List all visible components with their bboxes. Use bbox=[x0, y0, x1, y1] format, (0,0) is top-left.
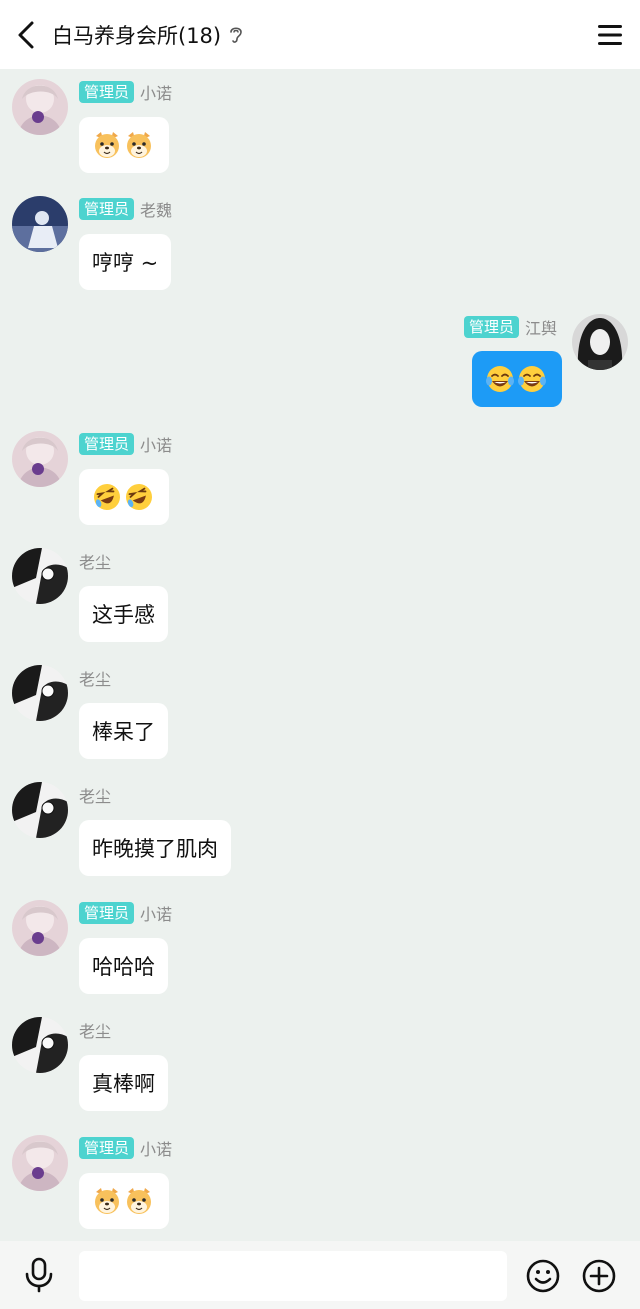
admin-badge: 管理员 bbox=[463, 316, 519, 338]
sender-name: 老尘 bbox=[79, 670, 112, 689]
sender-meta: 管理员 老魏 bbox=[79, 197, 172, 221]
microphone-icon[interactable] bbox=[22, 1257, 56, 1293]
message-bubble[interactable] bbox=[79, 469, 169, 525]
dog-emoji bbox=[127, 132, 151, 158]
menu-button[interactable] bbox=[580, 0, 640, 69]
avatar[interactable] bbox=[12, 431, 68, 487]
sender-name: 小诺 bbox=[140, 84, 173, 103]
sender-name: 小诺 bbox=[140, 436, 173, 455]
sender-name: 小诺 bbox=[140, 1140, 173, 1159]
sender-name: 老尘 bbox=[79, 787, 112, 806]
plus-icon[interactable] bbox=[582, 1259, 616, 1293]
sender-meta: 管理员 小诺 bbox=[79, 80, 172, 104]
avatar[interactable] bbox=[12, 1135, 68, 1191]
message-bubble-own[interactable] bbox=[472, 351, 562, 407]
sender-meta: 管理员 小诺 bbox=[79, 1136, 172, 1160]
message-list[interactable]: 管理员 小诺 管理员 老魏 哼哼 ~ 管理员 江舆 管理员 小诺 老尘 这手感 … bbox=[0, 69, 640, 1241]
avatar[interactable] bbox=[12, 1017, 68, 1073]
sender-name: 老尘 bbox=[79, 1022, 112, 1041]
admin-badge: 管理员 bbox=[79, 81, 135, 103]
laughing-tears-emoji bbox=[94, 484, 120, 510]
smiley-icon[interactable] bbox=[526, 1259, 560, 1293]
menu-icon bbox=[598, 24, 622, 45]
dog-emoji bbox=[95, 132, 119, 158]
sender-meta: 老尘 bbox=[79, 1018, 111, 1042]
sender-meta: 老尘 bbox=[79, 666, 111, 690]
chat-header: 白马养身会所(18) bbox=[0, 0, 640, 69]
group-title: 白马养身会所(18) bbox=[52, 23, 222, 48]
avatar[interactable] bbox=[12, 196, 68, 252]
message-bubble[interactable]: 哼哼 ~ bbox=[79, 234, 172, 290]
back-button[interactable] bbox=[0, 0, 52, 69]
admin-badge: 管理员 bbox=[79, 1137, 135, 1159]
message-bubble[interactable]: 这手感 bbox=[79, 586, 168, 642]
chat-title-area[interactable]: 白马养身会所(18) bbox=[52, 20, 580, 50]
tears-of-joy-emoji bbox=[486, 366, 514, 392]
sender-name: 江舆 bbox=[524, 319, 557, 338]
sender-meta: 管理员 小诺 bbox=[79, 901, 172, 925]
message-bubble[interactable]: 棒呆了 bbox=[79, 703, 168, 759]
avatar[interactable] bbox=[12, 548, 68, 604]
message-input[interactable] bbox=[79, 1251, 507, 1301]
ear-icon bbox=[229, 25, 243, 45]
admin-badge: 管理员 bbox=[79, 902, 135, 924]
chevron-left-icon bbox=[18, 21, 34, 48]
message-bubble[interactable]: 哈哈哈 bbox=[79, 938, 168, 994]
avatar[interactable] bbox=[12, 665, 68, 721]
avatar[interactable] bbox=[12, 79, 68, 135]
message-bubble[interactable]: 昨晚摸了肌肉 bbox=[79, 820, 231, 876]
sender-meta: 老尘 bbox=[79, 783, 111, 807]
avatar[interactable] bbox=[12, 900, 68, 956]
sender-meta: 老尘 bbox=[79, 549, 111, 573]
sender-meta: 管理员 小诺 bbox=[79, 432, 172, 456]
tears-of-joy-emoji bbox=[518, 366, 546, 392]
sender-name: 老魏 bbox=[140, 201, 173, 220]
avatar[interactable] bbox=[12, 782, 68, 838]
admin-badge: 管理员 bbox=[79, 198, 135, 220]
admin-badge: 管理员 bbox=[79, 433, 135, 455]
sender-name: 老尘 bbox=[79, 553, 112, 572]
dog-emoji bbox=[95, 1188, 119, 1214]
message-bubble[interactable] bbox=[79, 117, 169, 173]
dog-emoji bbox=[127, 1188, 151, 1214]
input-bar bbox=[0, 1241, 640, 1309]
laughing-tears-emoji bbox=[126, 484, 152, 510]
sender-meta: 管理员 江舆 bbox=[463, 315, 557, 339]
own-avatar[interactable] bbox=[572, 314, 628, 370]
sender-name: 小诺 bbox=[140, 905, 173, 924]
message-bubble[interactable] bbox=[79, 1173, 169, 1229]
message-bubble[interactable]: 真棒啊 bbox=[79, 1055, 168, 1111]
